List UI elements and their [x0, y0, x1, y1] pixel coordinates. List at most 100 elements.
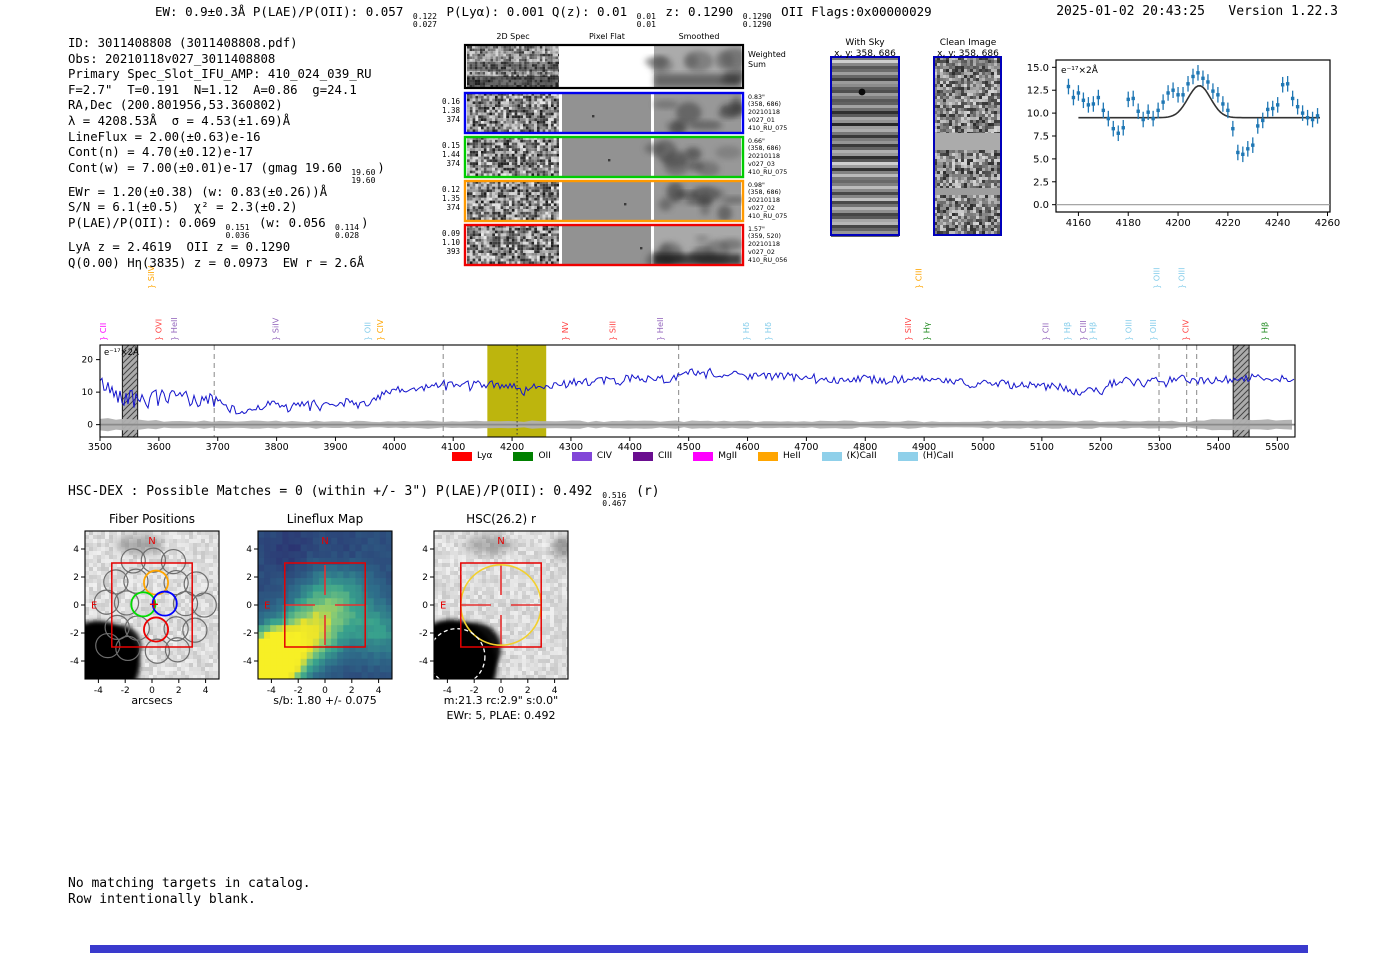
legend-swatch [571, 451, 592, 461]
info-line: Obs: 20210118v027_3011408808 [68, 51, 276, 66]
line-label-OIII: } OIII [1152, 267, 1162, 289]
svg-text:3700: 3700 [206, 442, 230, 453]
line-label-Hβ: } Hβ [1062, 322, 1072, 341]
info-line: S/N = 6.1(±0.5) χ² = 2.3(±0.2) [68, 200, 298, 215]
sky-image-panels [830, 56, 1002, 237]
lineflux-map-title: Lineflux Map [286, 512, 364, 526]
line-label-OIII: } OIII [1176, 267, 1186, 289]
legend-item: CIV [571, 451, 612, 461]
clean-image-title: Clean Image x, y: 358, 686 [937, 38, 999, 59]
line-label-HeII: } HeII [169, 317, 179, 341]
svg-text:5000: 5000 [971, 442, 995, 453]
svg-text:4200: 4200 [1165, 218, 1190, 229]
info-line: F=2.7" T=0.191 N=1.12 A=0.86 g=24.1 [68, 82, 357, 97]
info-line: P(LAE)/P(OII): 0.069 0.151 0.036 (w: 0.05… [68, 215, 369, 240]
legend-item: (H)CaII [897, 451, 954, 461]
legend-swatch [452, 451, 472, 461]
hsc-cutout-xlabel: m:21.3 rc:2.9" s:0.0" [443, 694, 559, 707]
svg-text:10.0: 10.0 [1027, 109, 1049, 120]
legend-item: (K)CaII [821, 451, 877, 461]
detection-info-block: ID: 3011408808 (3011408808.pdf) Obs: 2021… [68, 36, 385, 271]
info-line: Cont(w) = 7.00(±0.01)e-17 (gmag 19.60 19… [68, 160, 385, 185]
lineflux-map-xlabel: s/b: 1.80 +/- 0.075 [273, 694, 377, 707]
svg-text:5.0: 5.0 [1033, 154, 1049, 165]
weighted-sum-label: Weighted Sum [748, 50, 786, 69]
line-label-NV: } NV [560, 321, 570, 341]
column-title-pixel-flat: Pixel Flat [589, 32, 625, 41]
spec2d-panels [463, 43, 745, 267]
svg-text:5200: 5200 [1089, 442, 1113, 453]
info-line: RA,Dec (200.801956,53.360802) [68, 98, 283, 113]
line-label-CII: } CII [98, 323, 108, 341]
svg-text:3800: 3800 [265, 442, 289, 453]
svg-text:4180: 4180 [1116, 218, 1141, 229]
east-marker: E [440, 601, 446, 612]
full-spectrum-plot: 3500 3600 3700 3800 3900 4000 4100 4200 4300 4400… [82, 265, 1296, 453]
fiber-cutout: NE-4-4-2-2002244 [70, 530, 220, 696]
spec2d-right-label: 1.57" (359, 520) 20210118 v027_02 410_RU_056 [748, 225, 788, 265]
svg-text:7.5: 7.5 [1033, 132, 1049, 143]
line-label-OIII: } OIII [1123, 319, 1133, 341]
line-label-Hβ: } Hβ [1087, 322, 1097, 341]
line-label-CIV: } CIV [375, 319, 385, 341]
column-title-2d-spec: 2D Spec [496, 32, 530, 41]
line-label-OVI: } OVI [153, 319, 163, 341]
line-label-Hγ: } Hγ [921, 322, 931, 341]
svg-text:4220: 4220 [1215, 218, 1240, 229]
svg-text:e⁻¹⁷×2Å: e⁻¹⁷×2Å [1061, 64, 1099, 76]
legend-item: OII [513, 451, 551, 461]
legend-swatch [693, 451, 714, 461]
hsc-cutout-xlabel2: EWr: 5, PLAE: 0.492 [446, 709, 556, 722]
legend-swatch [897, 451, 918, 461]
legend-swatch [821, 451, 842, 461]
spec2d-row [467, 225, 743, 265]
spec2d-left-label: 0.09 1.10 393 [441, 229, 460, 256]
line-label-CIV: } CIV [1181, 319, 1191, 341]
svg-text:3600: 3600 [147, 442, 171, 453]
lineflux-cutout: NE-4-4-2-2002244 [243, 530, 393, 696]
svg-text:e⁻¹⁷×2Å: e⁻¹⁷×2Å [104, 346, 139, 358]
hsc-cutout-title: HSC(26.2) r [466, 512, 536, 526]
east-marker: E [91, 601, 97, 612]
svg-text:3900: 3900 [323, 442, 347, 453]
spec2d-left-label: 0.12 1.35 374 [441, 185, 460, 212]
footer-note: No matching targets in catalog. Row inten… [68, 876, 311, 907]
spec2d-row [467, 93, 743, 133]
footer-line: Row intentionally blank. [68, 891, 256, 907]
svg-text:4260: 4260 [1315, 218, 1340, 229]
spec2d-row [467, 181, 743, 221]
spec2d-right-label: 0.66" (358, 686) 20210118 v027_03 410_RU_075 [748, 137, 788, 177]
footer-line: No matching targets in catalog. [68, 876, 311, 891]
spec2d-row [467, 137, 742, 177]
legend-item: CIII [632, 451, 672, 461]
info-line: LineFlux = 2.00(±0.63)e-16 [68, 129, 261, 144]
bottom-blue-bar [90, 945, 1308, 953]
line-label-SiIV: } SiIV [903, 317, 913, 341]
svg-text:2.5: 2.5 [1033, 177, 1049, 188]
line-label-SiIV: } SiIV [270, 317, 280, 341]
line-label-SiII: } SiII [608, 321, 618, 341]
legend-item: MgII [693, 451, 737, 461]
line-label-OIII: } OIII [1148, 319, 1158, 341]
elixer-report-page: 4160 4180 4200 4220 4240 4260 0.0 2.5 5.0 7.5 10.0… [0, 0, 1400, 953]
spec2d-left-label: 0.16 1.38 374 [441, 97, 460, 124]
line-label-CIII: } CIII [913, 268, 923, 289]
svg-text:20: 20 [82, 356, 94, 366]
info-line: Primary Spec_Slot_IFU_AMP: 410_024_039_R… [68, 67, 372, 82]
info-line: EWr = 1.20(±0.38) (w: 0.83(±0.26))Å [68, 184, 328, 199]
with-sky-title: With Sky x, y: 358, 686 [834, 38, 896, 59]
spec2d-right-label: 0.98" (358, 686) 20210118 v027_02 410_RU_075 [748, 181, 788, 221]
line-label-Hβ: } Hβ [1259, 322, 1269, 341]
info-line: λ = 4208.53Å σ = 4.53(±1.69)Å [68, 113, 291, 128]
north-marker: N [148, 536, 155, 547]
report-version: Version 1.22.3 [1228, 4, 1338, 19]
svg-text:0.0: 0.0 [1033, 200, 1049, 211]
line-label-OII: } OII [362, 322, 372, 341]
east-marker: E [264, 601, 270, 612]
report-date: 2025-01-02 20:43:25 [1056, 4, 1205, 19]
north-marker: N [497, 536, 504, 547]
svg-text:4240: 4240 [1265, 218, 1290, 229]
svg-text:3500: 3500 [88, 442, 112, 453]
svg-text:12.5: 12.5 [1027, 86, 1049, 97]
svg-text:10: 10 [82, 388, 94, 398]
